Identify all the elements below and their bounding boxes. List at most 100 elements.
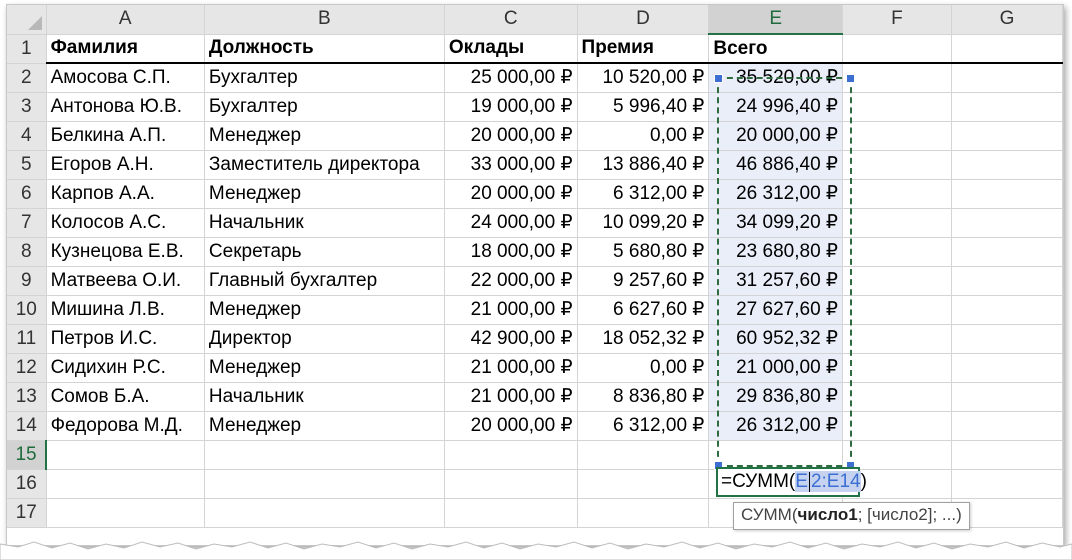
cell[interactable] (951, 440, 1063, 470)
cell[interactable] (444, 440, 578, 470)
header-cell-salary[interactable]: Оклады (444, 34, 578, 64)
cell-total[interactable]: 26 312,00 ₽ (708, 411, 844, 441)
cell[interactable] (204, 440, 445, 470)
cell[interactable] (842, 382, 952, 412)
cell[interactable] (951, 324, 1063, 354)
cell-salary[interactable]: 18 000,00 ₽ (444, 237, 578, 267)
row-header[interactable]: 12 (7, 353, 47, 383)
cell-surname[interactable]: Мишина Л.В. (46, 295, 205, 325)
cell[interactable] (951, 469, 1063, 499)
cell-position[interactable]: Менеджер (204, 179, 445, 209)
cell-total[interactable]: 23 680,80 ₽ (708, 237, 844, 267)
cell-position[interactable]: Секретарь (204, 237, 445, 267)
cell-surname[interactable]: Кузнецова Е.В. (46, 237, 205, 267)
cell-salary[interactable]: 20 000,00 ₽ (444, 179, 578, 209)
row-header[interactable]: 9 (7, 266, 47, 296)
cell[interactable] (444, 498, 578, 528)
cell[interactable] (204, 498, 445, 528)
cell-total[interactable]: 34 099,20 ₽ (708, 208, 844, 238)
cell[interactable] (842, 324, 952, 354)
cell-bonus[interactable]: 10 520,00 ₽ (577, 63, 710, 93)
cell[interactable] (842, 208, 952, 238)
header-cell-total[interactable]: Всего (708, 34, 844, 64)
cell-surname[interactable]: Федорова М.Д. (46, 411, 205, 441)
cell[interactable] (46, 440, 205, 470)
cell-bonus[interactable]: 8 836,80 ₽ (577, 382, 710, 412)
row-header[interactable]: 6 (7, 179, 47, 209)
cell[interactable] (951, 92, 1063, 122)
cell[interactable] (842, 411, 952, 441)
cell[interactable] (444, 469, 578, 499)
cell-surname[interactable]: Антонова Ю.В. (46, 92, 205, 122)
header-cell-bonus[interactable]: Премия (577, 34, 710, 64)
cell[interactable] (951, 353, 1063, 383)
cell[interactable] (842, 179, 952, 209)
cell-position[interactable]: Бухгалтер (204, 63, 445, 93)
cell-salary[interactable]: 42 900,00 ₽ (444, 324, 578, 354)
row-header[interactable]: 11 (7, 324, 47, 354)
cell-total[interactable]: 35 520,00 ₽ (708, 63, 844, 93)
select-all-corner[interactable] (7, 5, 47, 35)
row-header[interactable]: 14 (7, 411, 47, 441)
formula-range-ref[interactable]: E 2:E14 (795, 471, 861, 492)
cell-salary[interactable]: 20 000,00 ₽ (444, 411, 578, 441)
cell[interactable] (951, 63, 1063, 93)
cell[interactable] (842, 92, 952, 122)
cell[interactable] (842, 440, 952, 470)
cell-bonus[interactable]: 13 886,40 ₽ (577, 150, 710, 180)
row-header[interactable]: 4 (7, 121, 47, 151)
cell-salary[interactable]: 21 000,00 ₽ (444, 382, 578, 412)
row-header[interactable]: 2 (7, 63, 47, 93)
cell-position[interactable]: Главный бухгалтер (204, 266, 445, 296)
cell-bonus[interactable]: 5 680,80 ₽ (577, 237, 710, 267)
cell-salary[interactable]: 22 000,00 ₽ (444, 266, 578, 296)
cell-total[interactable]: 46 886,40 ₽ (708, 150, 844, 180)
cell[interactable] (842, 63, 952, 93)
cell-total[interactable]: 31 257,60 ₽ (708, 266, 844, 296)
cell[interactable] (842, 121, 952, 151)
column-header-a[interactable]: A (46, 5, 205, 35)
cell[interactable] (951, 237, 1063, 267)
cell-surname[interactable]: Матвеева О.И. (46, 266, 205, 296)
column-header-f[interactable]: F (842, 5, 952, 35)
cell-bonus[interactable]: 10 099,20 ₽ (577, 208, 710, 238)
row-header[interactable]: 10 (7, 295, 47, 325)
cell-salary[interactable]: 21 000,00 ₽ (444, 295, 578, 325)
cell-position[interactable]: Менеджер (204, 411, 445, 441)
cell-position[interactable]: Начальник (204, 382, 445, 412)
cell[interactable] (842, 237, 952, 267)
cell-bonus[interactable]: 6 627,60 ₽ (577, 295, 710, 325)
cell[interactable] (951, 208, 1063, 238)
cell-bonus[interactable]: 5 996,40 ₽ (577, 92, 710, 122)
cell-total[interactable]: 29 836,80 ₽ (708, 382, 844, 412)
cell-position[interactable]: Директор (204, 324, 445, 354)
row-header[interactable]: 16 (7, 469, 47, 499)
row-header[interactable]: 13 (7, 382, 47, 412)
cell[interactable] (951, 382, 1063, 412)
cell-surname[interactable]: Амосова С.П. (46, 63, 205, 93)
cell[interactable] (842, 150, 952, 180)
cell-salary[interactable]: 20 000,00 ₽ (444, 121, 578, 151)
cell-bonus[interactable]: 18 052,32 ₽ (577, 324, 710, 354)
active-cell-slot[interactable] (708, 440, 844, 470)
cell[interactable] (46, 469, 205, 499)
cell-bonus[interactable]: 0,00 ₽ (577, 353, 710, 383)
row-header-active[interactable]: 15 (7, 440, 48, 470)
cell-position[interactable]: Менеджер (204, 121, 445, 151)
cell[interactable] (46, 498, 205, 528)
row-header[interactable]: 5 (7, 150, 47, 180)
cell[interactable] (577, 469, 710, 499)
cell-position[interactable]: Менеджер (204, 295, 445, 325)
cell[interactable] (204, 469, 445, 499)
header-cell-position[interactable]: Должность (204, 34, 445, 64)
column-header-b[interactable]: B (204, 5, 445, 35)
cell[interactable] (951, 34, 1063, 64)
row-header[interactable]: 8 (7, 237, 47, 267)
cell-total[interactable]: 24 996,40 ₽ (708, 92, 844, 122)
cell-surname[interactable]: Петров И.С. (46, 324, 205, 354)
cell[interactable] (842, 353, 952, 383)
cell-bonus[interactable]: 6 312,00 ₽ (577, 179, 710, 209)
column-header-d[interactable]: D (577, 5, 710, 35)
cell-total[interactable]: 27 627,60 ₽ (708, 295, 844, 325)
cell-position[interactable]: Бухгалтер (204, 92, 445, 122)
